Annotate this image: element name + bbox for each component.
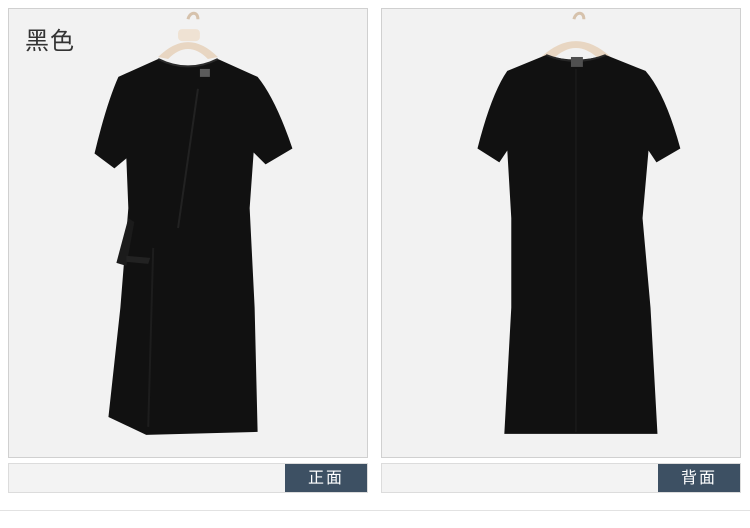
back-view-tag: 背面: [658, 464, 740, 492]
hanger-icon: [541, 11, 611, 59]
back-dress-image: [477, 11, 681, 434]
front-dress-image: [94, 11, 293, 435]
front-view-tag: 正面: [285, 464, 367, 492]
dress-back: [477, 54, 681, 434]
back-label-bar: 背面: [381, 463, 741, 493]
bottom-divider: [0, 510, 750, 511]
back-photo-panel: [381, 8, 741, 458]
hanger-icon: [158, 11, 218, 59]
front-label-bar: 正面: [8, 463, 368, 493]
front-photo-panel: 黑色: [8, 8, 368, 458]
